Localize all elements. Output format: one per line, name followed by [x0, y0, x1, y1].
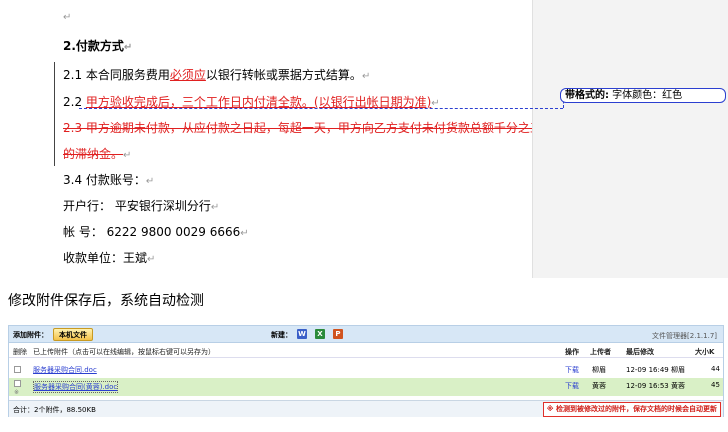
file-list-header: 删除 已上传附件（点击可以在线编辑，按鼠标右键可以另存为） 操作 上传者 最后修… [9, 344, 723, 358]
file-size: 44 [711, 365, 720, 373]
account-line: 帐 号： 6222 9800 0029 6666↵ [63, 225, 249, 239]
file-link[interactable]: 服务器采购合同(黄蓉).doc [33, 381, 119, 393]
excel-icon[interactable]: X [315, 329, 325, 339]
section-heading: 2.付款方式↵ [63, 39, 133, 53]
document-view: ↵ 2.付款方式↵ 2.1 本合同服务费用必须应以银行转帐或票据方式结算。↵ 2… [0, 0, 728, 278]
file-manager-version: 文件管理器[2.1.1.7] [652, 332, 717, 340]
clause-2-3-deleted-cont: 的滞纳金。↵ [63, 147, 132, 161]
change-bar [54, 62, 55, 166]
last-modified: 12-09 16:53 黄蓉 [626, 382, 685, 390]
format-connector-line [79, 108, 563, 109]
clause-2-1: 2.1 本合同服务费用必须应以银行转帐或票据方式结算。↵ [63, 68, 371, 82]
modified-notice: ※ 检测到被修改过的附件，保存文档的时候会自动更新 [542, 402, 721, 417]
deleted-text: 的滞纳金。 [63, 147, 124, 161]
bank-line: 开户行： 平安银行深圳分行↵ [63, 199, 220, 213]
paragraph-mark: ↵ [63, 12, 72, 23]
word-icon[interactable]: W [297, 329, 307, 339]
column-delete: 删除 [13, 348, 27, 356]
clause-2-2: 2.2 甲方验收完成后，三个工作日内付清全款。(以银行出帐日期为准)↵ [63, 95, 440, 109]
powerpoint-icon[interactable]: P [333, 329, 343, 339]
file-size: 45 [711, 381, 720, 389]
file-link[interactable]: 服务器采购合同.doc [33, 365, 97, 375]
attachment-total: 合计：2个附件，88.50KB [13, 406, 96, 414]
last-modified: 12-09 16:49 柳眉 [626, 366, 685, 374]
column-size: 大小K [695, 348, 715, 356]
delete-checkbox[interactable] [14, 380, 21, 387]
delete-checkbox[interactable] [14, 366, 21, 373]
document-page[interactable]: ↵ 2.付款方式↵ 2.1 本合同服务费用必须应以银行转帐或票据方式结算。↵ 2… [0, 0, 542, 278]
inserted-text: 必须应 [169, 68, 206, 82]
add-attachment-label: 添加附件： [13, 331, 48, 339]
new-label: 新建： [271, 331, 292, 339]
caption: 修改附件保存后，系统自动检测 [8, 293, 204, 309]
modified-marker: ※ [14, 389, 20, 396]
table-row: ※ 服务器采购合同(黄蓉).doc 下载 黄蓉 12-09 16:53 黄蓉 4… [9, 378, 723, 396]
clause-2-3-deleted: 2.3 甲方逾期未付款，从应付款之日起，每超一天，甲方向乙方支付未付货款总额千分… [63, 120, 542, 136]
file-manager-toolbar: 添加附件： 本机文件 新建： W X P 文件管理器[2.1.1.7] [9, 326, 723, 343]
column-uploaded: 已上传附件（点击可以在线编辑，按鼠标右键可以另存为） [33, 348, 215, 356]
format-comment-balloon[interactable]: 带格式的: 字体颜色：红色 [560, 88, 726, 103]
clause-3-4: 3.4 付款账号：↵ [63, 173, 155, 187]
inserted-text: 甲方验收完成后，三个工作日内付清全款。(以银行出帐日期为准) [85, 95, 432, 109]
column-uploader: 上传者 [590, 348, 611, 356]
column-action: 操作 [565, 348, 579, 356]
file-manager-footer: 合计：2个附件，88.50KB ※ 检测到被修改过的附件，保存文档的时候会自动更… [9, 400, 723, 417]
local-file-button[interactable]: 本机文件 [53, 328, 93, 341]
table-row: 服务器采购合同.doc 下载 柳眉 12-09 16:49 柳眉 44 [9, 362, 723, 377]
uploader: 柳眉 [592, 366, 606, 374]
payee-line: 收款单位：王斌↵ [63, 251, 156, 265]
download-link[interactable]: 下载 [565, 381, 579, 391]
column-last-modified: 最后修改 [626, 348, 654, 356]
download-link[interactable]: 下载 [565, 365, 579, 375]
file-manager: 添加附件： 本机文件 新建： W X P 文件管理器[2.1.1.7] 删除 已… [8, 325, 724, 417]
deleted-text: 2.3 甲方逾期未付款，从应付款之日起，每超一天，甲方向乙方支付未付货款总额千分… [63, 121, 542, 135]
markup-margin [532, 0, 728, 278]
uploader: 黄蓉 [592, 382, 606, 390]
